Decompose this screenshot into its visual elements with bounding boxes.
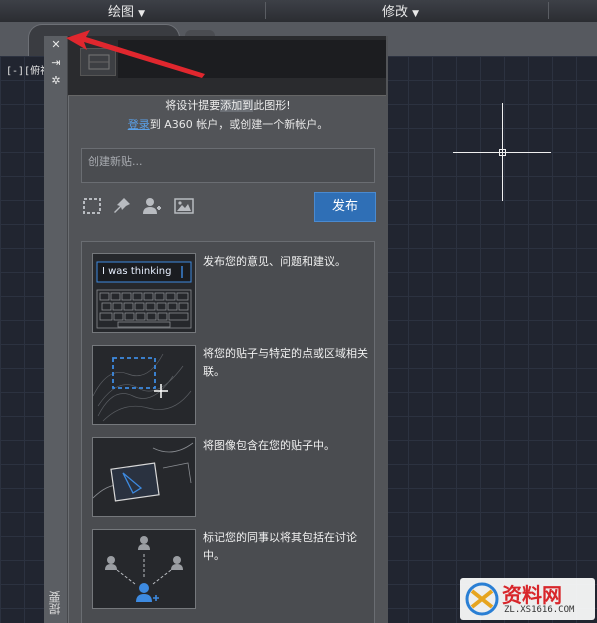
tip-tag-colleague-illustration [92,529,196,609]
pin-icon[interactable] [111,196,133,218]
select-area-icon[interactable] [81,196,103,218]
publish-button[interactable]: 发布 [314,192,376,222]
ribbon-divider [548,2,549,19]
chevron-down-icon: ▼ [138,9,146,19]
tip-link-area-text: 将您的贴子与特定的点或区域相关联。 [203,347,368,378]
watermark-url: ZL.XS1616.COM [504,605,575,615]
login-link[interactable]: 登录 [128,118,150,131]
chevron-down-icon: ▼ [412,9,420,19]
notice-text-highlight: 添加到 [220,99,254,112]
image-icon[interactable] [173,196,195,218]
add-user-icon[interactable] [141,196,163,218]
tip-post-text: 发布您的意见、问题和建议。 [203,255,346,268]
ribbon-modify-label: 修改 [382,5,409,20]
watermark-emblem-icon [465,582,499,616]
tip-tag-colleague-text: 标记您的同事以将其包括在讨论中。 [203,531,357,562]
ribbon-modify-panel[interactable]: 修改 ▼ [382,1,419,20]
tip-mock-input-text: I was thinking [102,266,172,277]
watermark-logo: 资料网 ZL.XS1616.COM [460,578,595,620]
palette-title-bar[interactable]: ✕ ⇥ ✲ 提要 [44,36,68,623]
ribbon-draw-panel[interactable]: 绘图 ▼ [108,1,145,20]
new-post-input[interactable]: 创建新贴... [81,148,375,183]
tip-link-area-illustration [92,345,196,425]
crosshair-pickbox [499,149,506,156]
notice-text-post: 此图形! [253,99,291,112]
annotation-arrow-icon [66,30,205,78]
login-notice: 登录到 A360 帐户，或创建一个新帐户。 [70,116,386,132]
tip-image-text: 将图像包含在您的贴子中。 [203,439,335,452]
palette-title: 提要 [48,591,62,615]
tip-image-illustration [92,437,196,517]
ribbon-bar: 绘图 ▼ 修改 ▼ [0,0,597,22]
ribbon-draw-label: 绘图 [108,5,135,20]
watermark-title: 资料网 [502,583,562,607]
add-feed-notice: 将设计提要添加到此图形! [70,97,386,113]
notice-text-pre: 将设计提要 [165,99,221,112]
tip-post-illustration [92,253,196,333]
login-notice-text: 到 A360 帐户，或创建一个新帐户。 [149,118,329,131]
ribbon-divider [265,2,266,19]
